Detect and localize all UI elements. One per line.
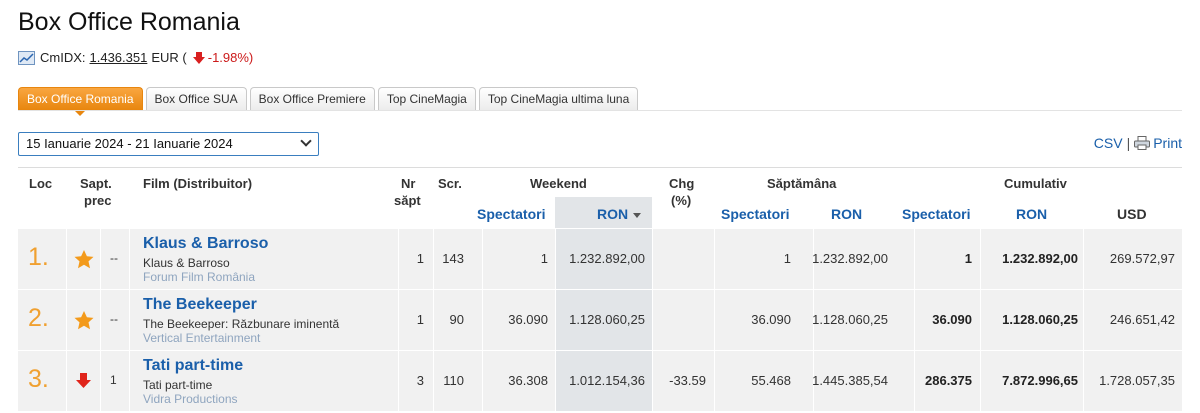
header-saptamana-ron[interactable]: RON (831, 206, 862, 222)
header-chg: Chg (669, 176, 695, 191)
arrow-down-icon (76, 373, 91, 388)
header-cum-ron[interactable]: RON (1016, 206, 1047, 222)
saptamana-spectatori-cell: 1 (783, 251, 791, 266)
previous-rank: -- (110, 312, 118, 326)
screens-cell: 110 (443, 373, 464, 388)
cum-ron-cell: 1.128.060,25 (1002, 312, 1078, 327)
film-local-title: Tati part-time (143, 378, 213, 392)
saptamana-spectatori-cell: 36.090 (751, 312, 791, 327)
export-separator: | (1126, 135, 1131, 151)
tab-box-office-romania[interactable]: Box Office Romania (18, 87, 143, 116)
header-weekend-ron-label: RON (597, 206, 629, 222)
chg-cell: -33.59 (669, 373, 706, 388)
cmidx-line: CmIDX: 1.436.351 EUR ( -1.98%) (18, 50, 253, 65)
header-weekend-spectatori[interactable]: Spectatori (477, 206, 545, 222)
table-top-border (18, 167, 1182, 168)
cell-bg (653, 229, 714, 289)
page-title: Box Office Romania (18, 8, 240, 36)
screens-cell: 90 (449, 312, 464, 327)
previous-rank: 1 (110, 373, 117, 387)
saptamana-ron-cell: 1.232.892,00 (812, 251, 888, 266)
cum-usd-cell: 269.572,97 (1109, 251, 1175, 266)
saptamana-spectatori-cell: 55.468 (751, 373, 791, 388)
cum-usd-cell: 1.728.057,35 (1099, 373, 1175, 388)
down-arrow-icon (192, 51, 205, 64)
rank-number: 3. (28, 365, 49, 393)
cum-spectatori-cell: 1 (964, 251, 972, 266)
saptamana-ron-cell: 1.128.060,25 (812, 312, 888, 327)
distributor-link[interactable]: Vertical Entertainment (143, 331, 260, 345)
header-nr: Nr (401, 176, 416, 191)
cmidx-change: -1.98%) (207, 50, 254, 65)
weekend-ron-cell: 1.128.060,25 (569, 312, 645, 327)
tab-bar: Box Office Romania Box Office SUA Box Of… (18, 87, 641, 116)
weekend-spectatori-cell: 1 (540, 251, 548, 266)
previous-rank: -- (110, 251, 118, 265)
cum-spectatori-cell: 286.375 (925, 373, 972, 388)
cell-bg (653, 290, 714, 350)
table-row: 1. -- Klaus & Barroso Klaus & Barroso Forum … (18, 229, 1182, 289)
header-nr-2: săpt (394, 193, 421, 208)
film-local-title: Klaus & Barroso (143, 256, 230, 270)
weeks-cell: 3 (416, 373, 424, 388)
cum-ron-cell: 7.872.996,65 (1002, 373, 1078, 388)
header-cum-spectatori[interactable]: Spectatori (902, 206, 970, 222)
header-chg-2: (%) (671, 193, 692, 208)
tab-top-cinemagia[interactable]: Top CineMagia (377, 87, 476, 110)
header-film: Film (Distribuitor) (143, 176, 253, 191)
header-cumulativ: Cumulativ (1004, 176, 1067, 191)
cmidx-currency: EUR ( (151, 50, 187, 65)
table-row: 2. -- The Beekeeper The Beekeeper: Răzbunar… (18, 290, 1182, 350)
film-title-link[interactable]: Klaus & Barroso (143, 235, 268, 253)
weekend-spectatori-cell: 36.090 (508, 312, 548, 327)
chart-icon (18, 50, 35, 65)
export-links: CSV | Print (1094, 135, 1182, 151)
cum-ron-cell: 1.232.892,00 (1002, 251, 1078, 266)
weeks-cell: 1 (416, 312, 424, 327)
saptamana-ron-cell: 1.445.385,54 (812, 373, 888, 388)
screens-cell: 143 (442, 251, 464, 266)
star-icon (74, 311, 94, 330)
weekend-ron-cell: 1.232.892,00 (569, 251, 645, 266)
printer-icon[interactable] (1134, 136, 1151, 150)
cum-spectatori-cell: 36.090 (932, 312, 972, 327)
header-saptamana: Săptămâna (767, 176, 837, 191)
weekend-spectatori-cell: 36.308 (508, 373, 548, 388)
tab-top-cinemagia-ultima-luna[interactable]: Top CineMagia ultima luna (478, 87, 639, 110)
header-weekend: Weekend (530, 176, 587, 191)
header-cum-usd: USD (1117, 206, 1147, 222)
sort-desc-icon (633, 212, 642, 218)
film-local-title: The Beekeeper: Răzbunare iminentă (143, 317, 340, 331)
film-title-link[interactable]: Tati part-time (143, 357, 243, 375)
weeks-cell: 1 (416, 251, 424, 266)
star-icon (74, 250, 94, 269)
header-weekend-ron[interactable]: RON (597, 206, 642, 222)
cmidx-label: CmIDX: (40, 50, 86, 65)
date-range-select[interactable]: 15 Ianuarie 2024 - 21 Ianuarie 2024 (18, 132, 319, 156)
chevron-down-icon (300, 135, 312, 147)
header-scr: Scr. (438, 176, 462, 191)
header-sapt-prec-2: prec (84, 193, 112, 208)
film-title-link[interactable]: The Beekeeper (143, 296, 257, 314)
tab-divider (18, 110, 1182, 111)
header-loc: Loc (29, 176, 53, 191)
cell-bg (715, 229, 813, 289)
rank-number: 1. (28, 243, 49, 271)
table-row: 3. 1 Tati part-time Tati part-time Vidra Pro… (18, 351, 1182, 411)
cmidx-value[interactable]: 1.436.351 (90, 50, 148, 65)
distributor-link[interactable]: Vidra Productions (143, 392, 238, 406)
distributor-link[interactable]: Forum Film România (143, 270, 255, 284)
tab-box-office-premiere[interactable]: Box Office Premiere (249, 87, 375, 110)
rank-number: 2. (28, 304, 49, 332)
date-range-value: 15 Ianuarie 2024 - 21 Ianuarie 2024 (26, 136, 233, 151)
weekend-ron-cell: 1.012.154,36 (569, 373, 645, 388)
cum-usd-cell: 246.651,42 (1109, 312, 1175, 327)
header-sapt-prec: Sapt. (80, 176, 112, 191)
tab-box-office-sua[interactable]: Box Office SUA (145, 87, 247, 110)
csv-link[interactable]: CSV (1094, 135, 1123, 151)
header-saptamana-spectatori[interactable]: Spectatori (721, 206, 789, 222)
print-link[interactable]: Print (1153, 135, 1182, 151)
